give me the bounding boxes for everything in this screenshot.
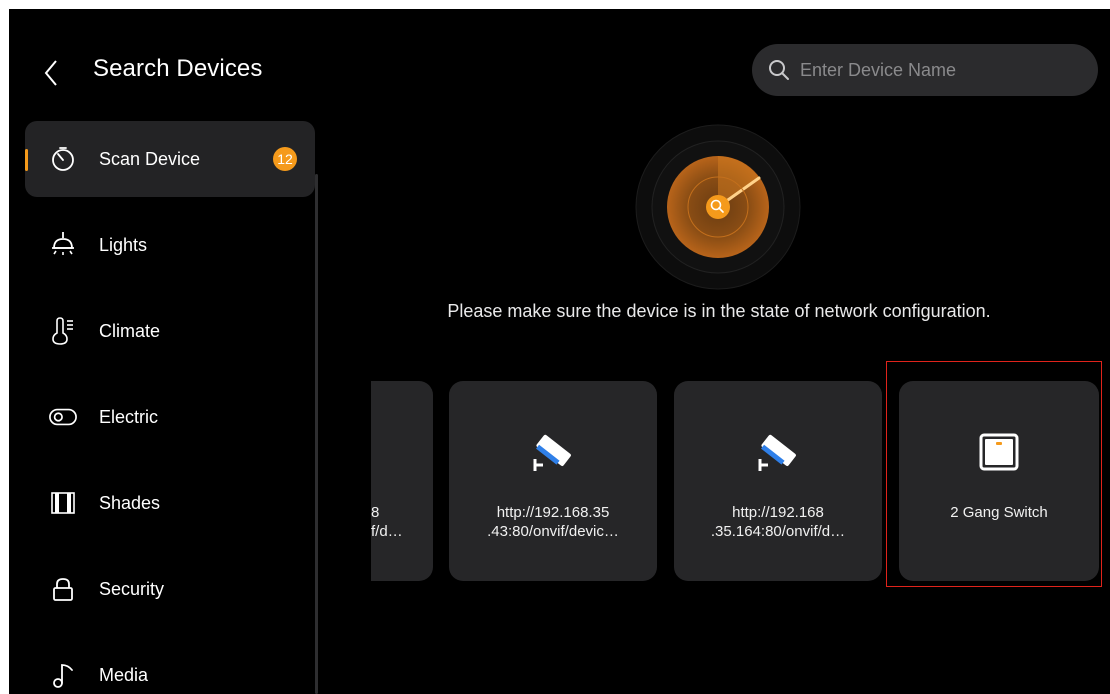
security-camera-icon [533, 434, 571, 471]
search-icon [769, 60, 789, 80]
sidebar-item-security[interactable]: Security [25, 551, 315, 627]
lock-icon [49, 575, 77, 603]
device-card[interactable]: http://192.168.35 .43:80/onvif/devic… [449, 381, 657, 581]
security-camera-icon [758, 434, 796, 471]
sidebar-item-media[interactable]: Media [25, 637, 315, 694]
network-config-hint: Please make sure the device is in the st… [447, 301, 991, 321]
sidebar-item-label: Lights [99, 234, 148, 255]
sidebar-item-electric[interactable]: Electric [25, 379, 315, 455]
toggle-switch-icon [49, 403, 77, 431]
sidebar-item-label: Electric [99, 406, 159, 427]
sidebar-item-label: Shades [99, 492, 161, 513]
ceiling-light-icon [49, 231, 77, 259]
sidebar-item-scan-device[interactable]: Scan Device 12 [25, 121, 315, 197]
device-card-selected[interactable]: 2 Gang Switch [899, 381, 1099, 581]
radar-scan-icon [635, 124, 801, 290]
device-name: http://192.168.35 .43:80/onvif/devic… [487, 504, 619, 540]
sidebar: Scan Device 12 Lights Climate Electric S… [9, 119, 319, 694]
sidebar-item-label: Climate [99, 320, 161, 341]
page-title: Search Devices [93, 55, 263, 82]
sidebar-scrollbar[interactable] [315, 174, 318, 694]
active-indicator [25, 149, 28, 171]
sidebar-item-label: Scan Device [99, 148, 201, 169]
thermometer-icon [49, 317, 77, 345]
back-button[interactable] [39, 59, 63, 87]
search-bar[interactable] [752, 44, 1098, 96]
chevron-left-icon [44, 60, 57, 86]
device-name: http://192.168 .35.164:80/onvif/d… [710, 504, 846, 540]
sidebar-item-climate[interactable]: Climate [25, 293, 315, 369]
device-name: 8 f/d… [371, 504, 403, 540]
app-screen: Search Devices Scan Device 12 [9, 9, 1110, 694]
search-input[interactable] [800, 59, 1080, 81]
sidebar-item-shades[interactable]: Shades [25, 465, 315, 541]
curtain-icon [49, 489, 77, 517]
device-card[interactable]: http://192.168 .35.164:80/onvif/d… [674, 381, 882, 581]
device-card[interactable]: 8 f/d… [371, 381, 433, 581]
sidebar-item-lights[interactable]: Lights [25, 207, 315, 283]
sidebar-item-label: Security [99, 578, 165, 599]
device-count-badge: 12 [273, 147, 297, 171]
music-note-icon [49, 661, 77, 689]
wall-switch-icon [979, 433, 1019, 471]
timer-icon [49, 145, 77, 173]
sidebar-item-label: Media [99, 664, 149, 685]
device-name: 2 Gang Switch [950, 504, 1048, 521]
